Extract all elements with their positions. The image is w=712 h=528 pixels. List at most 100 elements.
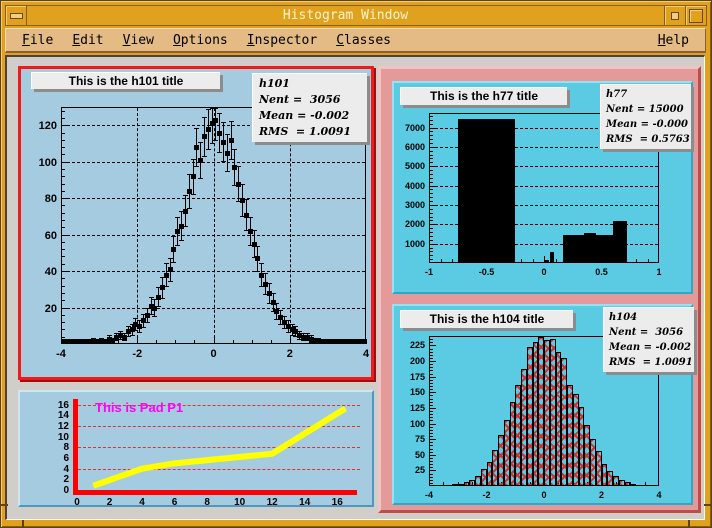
- title-bar[interactable]: Histogram Window: [5, 5, 707, 26]
- sq: [225, 151, 230, 156]
- ecap: [290, 324, 295, 325]
- menu-help[interactable]: Help: [658, 33, 689, 48]
- tick: [62, 235, 68, 236]
- bar: [545, 260, 548, 262]
- tick: [62, 140, 65, 141]
- tick: [430, 201, 433, 202]
- pad-h101[interactable]: This is the h101 title h101 Nent = 3056 …: [18, 66, 374, 380]
- stats-line: h101: [259, 76, 361, 92]
- ticklabel: 4000: [385, 181, 425, 191]
- h104-stats-box[interactable]: h104 Nent = 3056 Mean = -0.002 RMS = 1.0…: [603, 307, 694, 372]
- tick: [430, 155, 433, 156]
- h104-title-box[interactable]: This is the h104 title: [400, 310, 573, 328]
- h101-stats-box[interactable]: h101 Nent = 3056 Mean = -0.002 RMS = 1.0…: [252, 73, 367, 142]
- window-menu-button[interactable]: [6, 6, 27, 25]
- stats-line: h104: [609, 310, 689, 325]
- tick: [430, 355, 433, 356]
- ecap: [156, 306, 161, 307]
- tick: [636, 259, 637, 262]
- tick: [430, 147, 436, 148]
- ecap: [217, 113, 222, 114]
- tick: [271, 340, 272, 343]
- tick: [430, 228, 433, 229]
- stats-line: Nent = 15000: [606, 102, 686, 117]
- ticklabel: 0: [526, 267, 562, 277]
- tick: [430, 120, 433, 121]
- menu-file[interactable]: File: [22, 33, 53, 48]
- frame-notch[interactable]: [688, 520, 690, 527]
- ecap: [152, 316, 157, 317]
- tick: [430, 352, 433, 353]
- p1-title[interactable]: This is Pad P1: [95, 400, 183, 415]
- tick: [430, 193, 433, 194]
- ecap: [252, 230, 257, 231]
- ecap: [221, 161, 226, 162]
- maximize-icon: [689, 9, 703, 23]
- tick: [62, 264, 65, 265]
- maximize-button[interactable]: [685, 6, 706, 25]
- ticklabel: -2: [469, 490, 505, 500]
- ticklabel: 0.5: [584, 267, 620, 277]
- tick: [430, 358, 433, 359]
- ticklabel: 14: [33, 410, 69, 421]
- ticklabel: 225: [385, 340, 425, 350]
- window-menu-icon: [10, 13, 23, 19]
- ticklabel: 12: [33, 421, 69, 432]
- frame-notch[interactable]: [1, 504, 8, 506]
- pad-p1[interactable]: This is Pad P1 0246810121416024681012141…: [18, 390, 374, 507]
- ecap: [248, 217, 253, 218]
- menu-edit[interactable]: Edit: [72, 33, 103, 48]
- stats-line: Mean = -0.002: [609, 340, 689, 355]
- ecap: [202, 117, 207, 118]
- tick: [62, 293, 65, 294]
- tick: [430, 414, 433, 415]
- menu-classes[interactable]: Classes: [336, 33, 391, 48]
- tick: [430, 205, 436, 206]
- bar: [550, 252, 555, 262]
- ticklabel: -4: [411, 490, 447, 500]
- frame-notch[interactable]: [22, 520, 24, 527]
- h77-stats-box[interactable]: h77 Nent = 15000 Mean = -0.000 RMS = 0.5…: [600, 84, 691, 149]
- ecap: [198, 142, 203, 143]
- h101-title-box[interactable]: This is the h101 title: [31, 72, 220, 89]
- sq: [164, 273, 169, 278]
- tick: [430, 128, 436, 129]
- ticklabel: 75: [385, 434, 425, 444]
- pad-pink[interactable]: This is the h77 title h77 Nent = 15000 M…: [378, 66, 701, 513]
- h77-title-box[interactable]: This is the h77 title: [400, 87, 567, 105]
- pad-h77[interactable]: This is the h77 title h77 Nent = 15000 M…: [392, 81, 693, 294]
- minimize-button[interactable]: [664, 6, 685, 25]
- tick: [430, 427, 433, 428]
- tick: [430, 197, 433, 198]
- ecap: [114, 340, 119, 341]
- tick: [62, 286, 65, 287]
- tick: [452, 259, 453, 262]
- ecap: [255, 246, 260, 247]
- ticklabel: 10: [222, 497, 258, 508]
- sq: [229, 138, 234, 143]
- tick: [137, 337, 138, 343]
- tick: [430, 477, 433, 478]
- ecap: [225, 134, 230, 135]
- ticklabel: 2: [272, 348, 308, 360]
- menu-inspector[interactable]: Inspector: [247, 33, 317, 48]
- bar: [458, 119, 516, 262]
- tick: [430, 408, 436, 409]
- stats-line: Mean = -0.000: [606, 117, 686, 132]
- sq: [175, 229, 180, 234]
- ecap: [179, 240, 184, 241]
- tick: [430, 209, 433, 210]
- tick: [430, 436, 433, 437]
- tick: [62, 118, 65, 119]
- tick: [430, 240, 433, 241]
- pad-h104[interactable]: This is the h104 title h104 Nent = 3056 …: [392, 304, 693, 505]
- tick: [430, 345, 436, 346]
- hbar: [642, 485, 648, 486]
- menu-view[interactable]: View: [123, 33, 154, 48]
- frame-notch[interactable]: [704, 504, 711, 506]
- menu-options[interactable]: Options: [173, 33, 228, 48]
- canvas-area[interactable]: This is the h101 title h101 Nent = 3056 …: [5, 55, 705, 520]
- sq: [191, 174, 196, 179]
- ecap: [160, 298, 165, 299]
- ecap: [282, 316, 287, 317]
